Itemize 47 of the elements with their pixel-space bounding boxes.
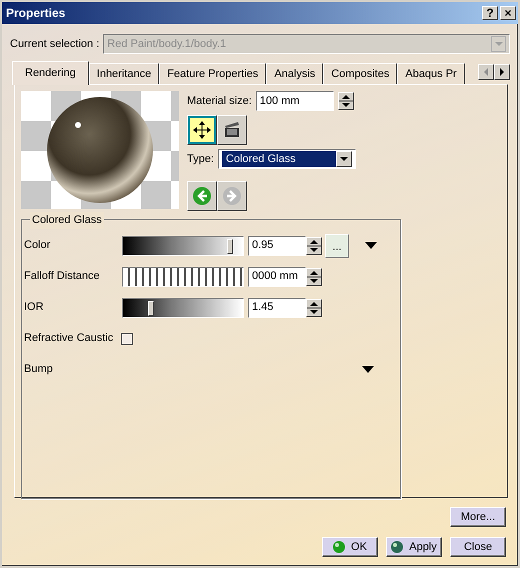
- value-field[interactable]: 0.95: [248, 236, 306, 256]
- ok-button[interactable]: OK: [322, 537, 378, 557]
- type-dropdown[interactable]: Colored Glass: [218, 149, 356, 169]
- material-size-field[interactable]: 100 mm: [256, 91, 334, 111]
- tab[interactable]: Rendering: [12, 61, 89, 85]
- left-triangle-icon: [482, 67, 490, 77]
- section-label: Bump: [24, 362, 54, 378]
- type-value: Colored Glass: [222, 150, 336, 168]
- selection-label: Current selection :: [10, 36, 100, 52]
- clapperboard-button[interactable]: [217, 115, 247, 145]
- field-label: Falloff Distance: [24, 269, 101, 284]
- material-size-label: Material size:: [187, 94, 252, 109]
- close-button[interactable]: ×: [500, 6, 516, 20]
- tab[interactable]: Abaqus Pr: [397, 63, 465, 84]
- checkbox[interactable]: [121, 332, 134, 344]
- four-arrows-icon: [192, 120, 212, 140]
- tab[interactable]: Inheritance: [88, 63, 160, 84]
- expand-triangle-icon[interactable]: [362, 366, 374, 373]
- caret-icon: [494, 42, 502, 46]
- apply-button[interactable]: Apply: [386, 537, 442, 557]
- scroll-right-button[interactable]: [494, 64, 510, 80]
- group-title: Colored Glass: [30, 212, 104, 228]
- right-triangle-icon: [498, 67, 506, 77]
- tab[interactable]: Analysis: [266, 63, 324, 84]
- selection-value: Red Paint/body.1/body.1: [107, 36, 228, 52]
- tab[interactable]: Feature Properties: [159, 63, 266, 84]
- move-arrows-button[interactable]: [187, 115, 217, 145]
- caret-icon: [340, 157, 348, 161]
- field-label: Color: [24, 238, 52, 254]
- help-button[interactable]: ?: [482, 6, 498, 20]
- ball-icon: [391, 541, 404, 553]
- field-label: IOR: [24, 300, 45, 316]
- value-field[interactable]: 0000 mm: [248, 266, 306, 286]
- back-button[interactable]: [187, 181, 217, 211]
- window-title: Properties: [6, 5, 66, 22]
- tab[interactable]: Composites: [323, 63, 398, 84]
- expand-triangle-icon[interactable]: [365, 242, 377, 249]
- close-dialog-button[interactable]: Close: [450, 537, 506, 557]
- checkbox-label: Refractive Caustic: [24, 331, 114, 346]
- slider-thumb[interactable]: [227, 238, 234, 254]
- type-label: Type:: [187, 152, 214, 167]
- more-button[interactable]: More...: [450, 507, 506, 527]
- value-field[interactable]: 1.45: [248, 298, 306, 318]
- ball-icon: [333, 541, 346, 553]
- clapperboard-icon: [223, 121, 241, 139]
- color-picker-button[interactable]: ...: [325, 234, 349, 258]
- slider-thumb[interactable]: [148, 300, 154, 316]
